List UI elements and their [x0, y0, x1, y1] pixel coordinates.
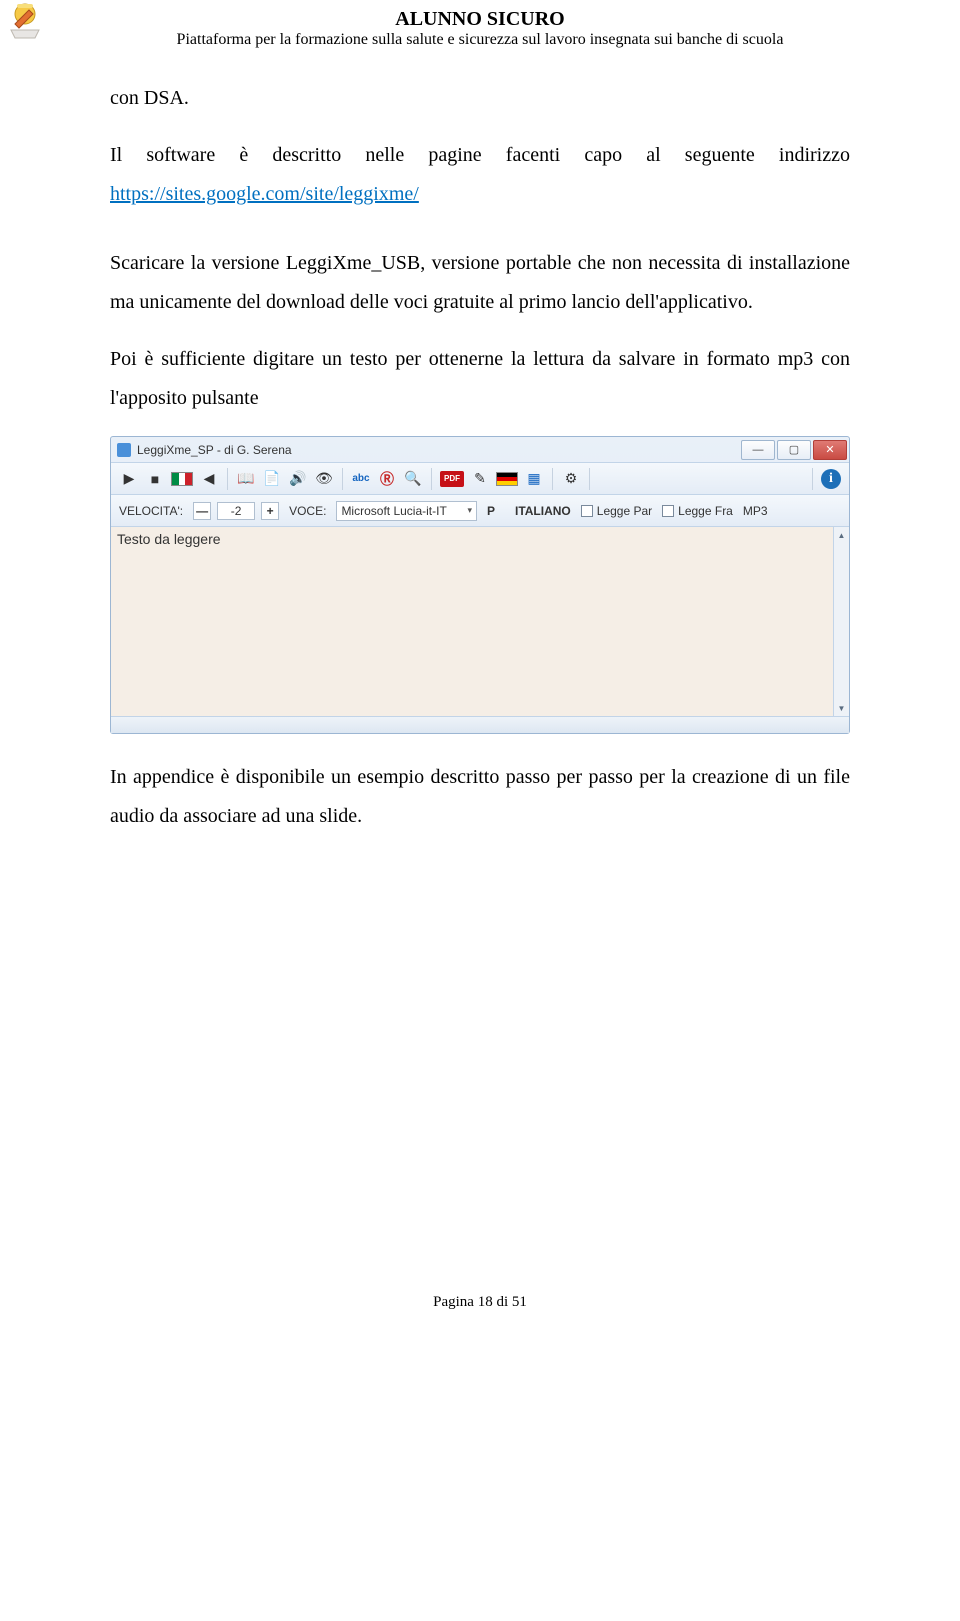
app-icon: [117, 443, 131, 457]
legge-fra-checkbox[interactable]: Legge Fra: [662, 504, 733, 518]
text-editor-area[interactable]: Testo da leggere ▲ ▼: [111, 527, 849, 717]
text-editor-value: Testo da leggere: [111, 527, 849, 551]
paragraph-2-text: Il software è descritto nelle pagine fac…: [110, 144, 850, 166]
minimize-button[interactable]: —: [741, 440, 775, 460]
mp3-button[interactable]: MP3: [743, 504, 768, 518]
pdf-icon[interactable]: PDF: [440, 471, 464, 487]
close-button[interactable]: ✕: [813, 440, 847, 460]
separator: [812, 468, 813, 490]
stop-icon[interactable]: ■: [145, 469, 165, 489]
header-logo-icon: [5, 0, 45, 45]
voice-label: VOCE:: [289, 504, 326, 518]
window-controls: — ▢ ✕: [741, 440, 849, 460]
speed-label: VELOCITA':: [119, 504, 183, 518]
header-title: ALUNNO SICURO: [90, 8, 870, 31]
window-title: LeggiXme_SP - di G. Serena: [137, 443, 292, 457]
abc-icon[interactable]: abc: [351, 469, 371, 489]
separator: [589, 468, 590, 490]
legge-par-label: Legge Par: [597, 504, 652, 518]
paragraph-1: con DSA.: [110, 79, 850, 118]
speed-stepper: — -2 +: [193, 502, 279, 520]
page-header: ALUNNO SICURO Piattaforma per la formazi…: [90, 0, 870, 49]
separator: [342, 468, 343, 490]
header-subtitle: Piattaforma per la formazione sulla salu…: [90, 31, 870, 49]
scroll-down-icon[interactable]: ▼: [834, 700, 849, 716]
page-icon[interactable]: 📄: [262, 469, 282, 489]
separator: [431, 468, 432, 490]
checkbox-icon: [662, 505, 674, 517]
scrollbar[interactable]: ▲ ▼: [833, 527, 849, 716]
edit-icon[interactable]: ✎: [470, 469, 490, 489]
paragraph-2: Il software è descritto nelle pagine fac…: [110, 136, 850, 214]
page-footer: Pagina 18 di 51: [90, 854, 870, 1331]
language-label: ITALIANO: [515, 504, 571, 518]
legge-par-checkbox[interactable]: Legge Par: [581, 504, 652, 518]
speaker-icon[interactable]: 🔊: [288, 469, 308, 489]
p-label[interactable]: P: [487, 504, 495, 518]
calc-icon[interactable]: ▦: [524, 469, 544, 489]
speed-value: -2: [217, 502, 255, 520]
separator: [227, 468, 228, 490]
speed-decrease-button[interactable]: —: [193, 502, 211, 520]
eye-icon[interactable]: 👁: [314, 469, 334, 489]
maximize-button[interactable]: ▢: [777, 440, 811, 460]
tool-icon[interactable]: ⚙: [561, 469, 581, 489]
document-body: con DSA. Il software è descritto nelle p…: [90, 49, 870, 836]
registered-icon[interactable]: Ⓡ: [377, 469, 397, 489]
speed-increase-button[interactable]: +: [261, 502, 279, 520]
voice-dropdown[interactable]: Microsoft Lucia-it-IT ▾: [336, 501, 477, 521]
statusbar: [111, 717, 849, 733]
separator: [552, 468, 553, 490]
info-icon[interactable]: i: [821, 469, 841, 489]
back-arrow-icon[interactable]: ◀: [199, 469, 219, 489]
window-titlebar: LeggiXme_SP - di G. Serena — ▢ ✕: [111, 437, 849, 463]
toolbar-main: ▶ ■ ◀ 📖 📄 🔊 👁 abc Ⓡ 🔍 PDF ✎ ▦ ⚙: [111, 463, 849, 495]
flag-italy-icon[interactable]: [171, 472, 193, 486]
toolbar-options: VELOCITA': — -2 + VOCE: Microsoft Lucia-…: [111, 495, 849, 527]
paragraph-4: Poi è sufficiente digitare un testo per …: [110, 340, 850, 418]
scroll-up-icon[interactable]: ▲: [834, 527, 849, 543]
legge-fra-label: Legge Fra: [678, 504, 733, 518]
chevron-down-icon: ▾: [467, 505, 472, 516]
play-icon[interactable]: ▶: [119, 469, 139, 489]
paragraph-5: In appendice è disponibile un esempio de…: [110, 758, 850, 836]
voice-value: Microsoft Lucia-it-IT: [341, 504, 461, 518]
magnifier-icon[interactable]: 🔍: [403, 469, 423, 489]
paragraph-3: Scaricare la versione LeggiXme_USB, vers…: [110, 244, 850, 322]
leggixme-link[interactable]: https://sites.google.com/site/leggixme/: [110, 183, 419, 205]
checkbox-icon: [581, 505, 593, 517]
book-icon[interactable]: 📖: [236, 469, 256, 489]
leggixme-window: LeggiXme_SP - di G. Serena — ▢ ✕ ▶ ■ ◀ 📖…: [110, 436, 850, 734]
flag-germany-icon[interactable]: [496, 472, 518, 486]
